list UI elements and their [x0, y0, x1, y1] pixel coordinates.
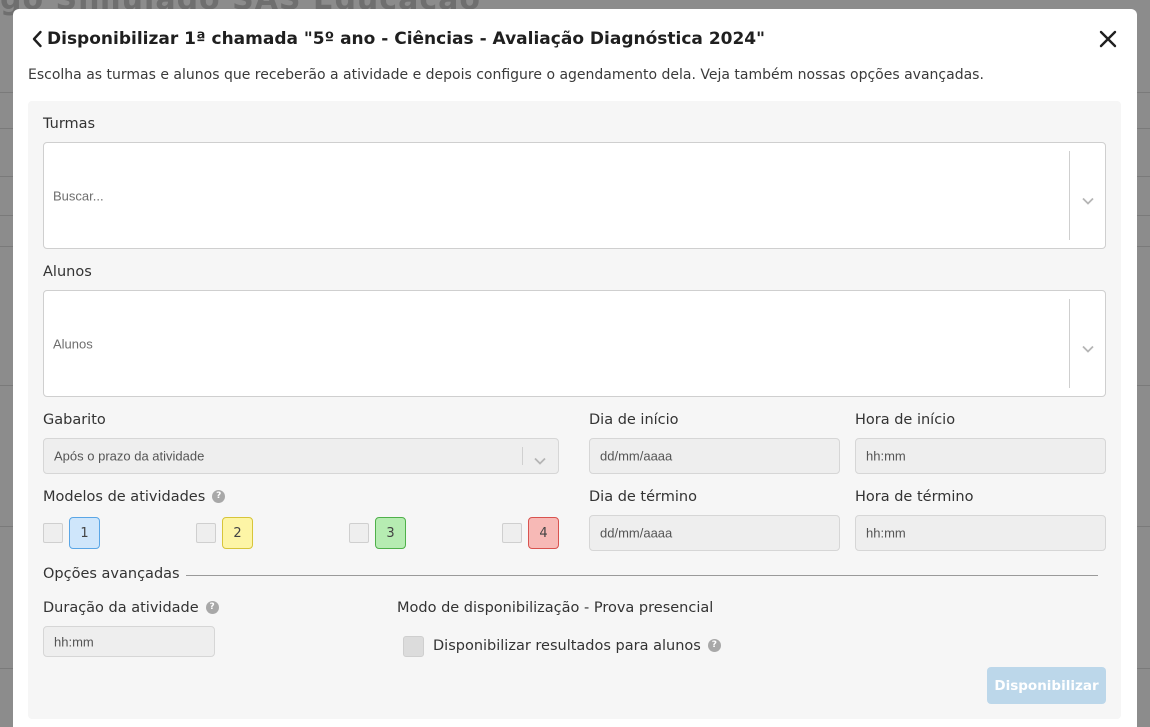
- model-4-badge: 4: [528, 517, 559, 549]
- hora-termino-input[interactable]: hh:mm: [855, 515, 1106, 551]
- modal-title: Disponibilizar 1ª chamada "5º ano - Ciên…: [47, 29, 765, 49]
- gabarito-label: Gabarito: [43, 412, 106, 428]
- dia-termino-placeholder: dd/mm/aaaa: [600, 525, 673, 541]
- select-separator: [1069, 299, 1070, 388]
- gabarito-value: Após o prazo da atividade: [54, 448, 205, 464]
- resultados-checkbox[interactable]: [403, 636, 424, 657]
- duracao-input[interactable]: hh:mm: [43, 626, 215, 657]
- turmas-placeholder: Buscar...: [53, 188, 104, 203]
- dia-termino-label: Dia de término: [589, 489, 697, 505]
- hora-termino-label: Hora de término: [855, 489, 974, 505]
- chevron-down-icon[interactable]: [1081, 339, 1095, 353]
- chevron-left-icon[interactable]: [31, 28, 45, 50]
- model-1-checkbox[interactable]: [43, 523, 63, 543]
- dia-inicio-input[interactable]: dd/mm/aaaa: [589, 438, 840, 474]
- help-icon[interactable]: ?: [205, 600, 219, 614]
- turmas-label: Turmas: [43, 116, 96, 132]
- close-icon[interactable]: [1097, 28, 1119, 50]
- model-2-badge: 2: [222, 517, 253, 549]
- hora-inicio-placeholder: hh:mm: [866, 448, 906, 464]
- resultados-label-text: Disponibilizar resultados para alunos: [433, 638, 701, 654]
- alunos-placeholder: Alunos: [53, 336, 93, 351]
- chevron-down-icon[interactable]: [533, 451, 547, 465]
- modal-subtitle: Escolha as turmas e alunos que receberão…: [28, 67, 984, 83]
- disponibilizar-button[interactable]: Disponibilizar: [987, 667, 1106, 704]
- hora-inicio-input[interactable]: hh:mm: [855, 438, 1106, 474]
- model-2-checkbox[interactable]: [196, 523, 216, 543]
- modelos-label-text: Modelos de atividades: [43, 489, 206, 505]
- duracao-label-text: Duração da atividade: [43, 600, 199, 616]
- dia-inicio-placeholder: dd/mm/aaaa: [600, 448, 673, 464]
- dia-termino-input[interactable]: dd/mm/aaaa: [589, 515, 840, 551]
- modal-header: Disponibilizar 1ª chamada "5º ano - Ciên…: [31, 26, 1119, 52]
- modo-label: Modo de disponibilização - Prova presenc…: [397, 600, 714, 616]
- alunos-label: Alunos: [43, 264, 92, 280]
- resultados-label: Disponibilizar resultados para alunos?: [433, 638, 721, 654]
- hora-inicio-label: Hora de início: [855, 412, 956, 428]
- opcoes-avancadas-heading: Opções avançadas: [43, 566, 180, 582]
- duracao-label: Duração da atividade?: [43, 600, 219, 616]
- model-4-checkbox[interactable]: [502, 523, 522, 543]
- model-1-badge: 1: [69, 517, 100, 549]
- chevron-down-icon[interactable]: [1081, 191, 1095, 205]
- select-separator: [522, 447, 523, 465]
- modelos-label: Modelos de atividades?: [43, 489, 226, 505]
- alunos-select[interactable]: Alunos: [43, 290, 1106, 397]
- model-3-badge: 3: [375, 517, 406, 549]
- model-3-checkbox[interactable]: [349, 523, 369, 543]
- gabarito-select[interactable]: Após o prazo da atividade: [43, 438, 559, 474]
- section-divider: [186, 575, 1098, 576]
- help-icon[interactable]: ?: [212, 489, 226, 503]
- form-panel: Turmas Buscar... Alunos Alunos Gabarito …: [28, 101, 1121, 719]
- schedule-activity-modal: Disponibilizar 1ª chamada "5º ano - Ciên…: [13, 9, 1137, 727]
- dia-inicio-label: Dia de início: [589, 412, 679, 428]
- duracao-placeholder: hh:mm: [54, 634, 94, 649]
- turmas-select[interactable]: Buscar...: [43, 142, 1106, 249]
- hora-termino-placeholder: hh:mm: [866, 525, 906, 541]
- select-separator: [1069, 151, 1070, 240]
- help-icon[interactable]: ?: [707, 638, 721, 652]
